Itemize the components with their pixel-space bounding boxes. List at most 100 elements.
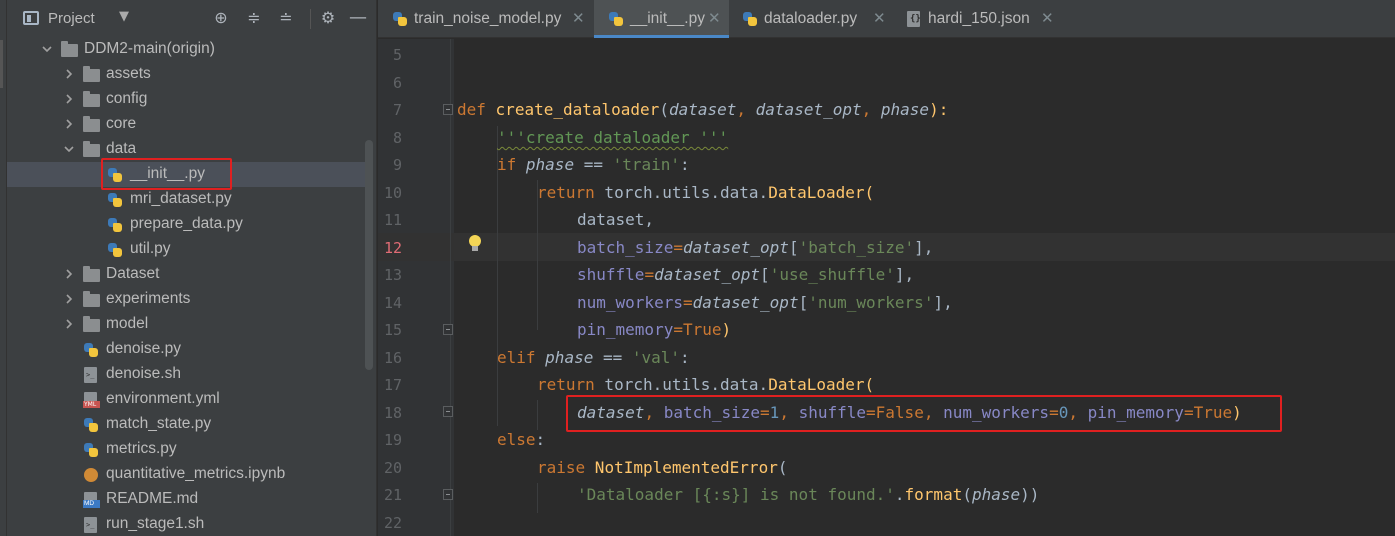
tab-dataloader[interactable]: dataloader.py ✕ xyxy=(730,0,895,38)
chevron-right-icon[interactable] xyxy=(63,290,75,306)
minimize-icon[interactable]: — xyxy=(348,8,368,28)
folder-icon xyxy=(83,141,100,157)
highlight-box-code-line xyxy=(566,395,1282,432)
locate-icon[interactable]: ⊕ xyxy=(211,8,231,28)
code-line-8: '''create dataloader ''' xyxy=(497,128,729,147)
folder-icon xyxy=(83,316,100,332)
tool-window-strip xyxy=(0,0,7,536)
tree-item[interactable]: >_ run_stage1.sh xyxy=(7,512,365,536)
tree-item-label: config xyxy=(106,90,148,107)
tab-label: __init__.py xyxy=(630,10,705,27)
tree-item[interactable]: assets xyxy=(7,62,365,87)
fold-icon[interactable] xyxy=(443,104,453,115)
tree-item[interactable]: DDM2-main(origin) xyxy=(7,37,365,62)
tree-item-label: Dataset xyxy=(106,265,160,282)
line-number: 22 xyxy=(383,513,402,532)
tree-item-label: README.md xyxy=(106,490,199,507)
tree-item-label: denoise.py xyxy=(106,340,181,357)
tree-scrollbar[interactable] xyxy=(365,140,373,370)
chevron-down-icon[interactable] xyxy=(41,40,53,56)
chevron-right-icon[interactable] xyxy=(63,115,75,131)
close-icon[interactable]: ✕ xyxy=(708,9,721,27)
tab-init[interactable]: __init__.py ✕ xyxy=(594,0,729,38)
tree-item[interactable]: mri_dataset.py xyxy=(7,187,365,212)
tab-label: train_noise_model.py xyxy=(414,10,562,27)
line-number: 7 xyxy=(392,101,402,119)
tree-item-label: model xyxy=(106,315,149,332)
tree-item[interactable]: prepare_data.py xyxy=(7,212,365,237)
code-line-12: batch_size=dataset_opt['batch_size'], xyxy=(577,238,934,257)
chevron-right-icon[interactable] xyxy=(63,265,75,281)
chevron-right-icon[interactable] xyxy=(63,90,75,106)
close-icon[interactable]: ✕ xyxy=(572,9,585,27)
code-line-17: return torch.utils.data.DataLoader( xyxy=(537,375,875,394)
fold-icon[interactable] xyxy=(443,324,453,335)
line-number: 6 xyxy=(392,73,402,92)
tree-item[interactable]: util.py xyxy=(7,237,365,262)
collapse-all-icon[interactable]: ≐ xyxy=(276,8,296,28)
header-divider xyxy=(310,9,311,29)
line-number: 10 xyxy=(383,183,402,202)
tree-item-label: metrics.py xyxy=(106,440,177,457)
tree-item[interactable]: quantitative_metrics.ipynb xyxy=(7,462,365,487)
line-number: 17 xyxy=(383,376,402,394)
python-file-icon xyxy=(83,417,101,432)
gear-icon[interactable]: ⚙ xyxy=(318,8,338,28)
project-panel-title[interactable]: Project xyxy=(48,10,95,27)
tree-item-label: prepare_data.py xyxy=(130,215,243,232)
code-line-19: else: xyxy=(497,430,546,449)
tree-item[interactable]: denoise.py xyxy=(7,337,365,362)
python-file-icon xyxy=(107,192,125,207)
line-number: 21 xyxy=(383,486,402,504)
python-file-icon xyxy=(392,11,408,27)
tab-train-noise-model[interactable]: train_noise_model.py ✕ xyxy=(378,0,588,38)
tree-item[interactable]: match_state.py xyxy=(7,412,365,437)
fold-icon[interactable] xyxy=(443,406,453,417)
yaml-file-icon: YML xyxy=(83,392,101,408)
tab-label: dataloader.py xyxy=(764,10,858,27)
line-number: 15 xyxy=(383,321,402,339)
lightbulb-icon[interactable] xyxy=(468,235,482,253)
project-icon xyxy=(23,11,39,25)
tree-item[interactable]: Dataset xyxy=(7,262,365,287)
tree-item-label: experiments xyxy=(106,290,191,307)
shell-file-icon: >_ xyxy=(83,517,101,533)
chevron-down-icon[interactable] xyxy=(63,140,75,156)
highlight-box-init-file xyxy=(101,158,232,190)
notebook-file-icon xyxy=(83,467,101,482)
fold-icon[interactable] xyxy=(443,489,453,500)
line-number: 9 xyxy=(392,156,402,174)
folder-icon xyxy=(83,91,100,107)
tree-item-label: data xyxy=(106,140,137,157)
python-file-icon xyxy=(83,442,101,457)
line-number: 14 xyxy=(383,293,402,312)
python-file-icon xyxy=(107,217,125,232)
tree-item[interactable]: config xyxy=(7,87,365,112)
folder-icon xyxy=(61,41,78,57)
code-line-13: shuffle=dataset_opt['use_shuffle'], xyxy=(577,265,915,284)
tree-item-label: run_stage1.sh xyxy=(106,515,205,532)
tree-item-label: mri_dataset.py xyxy=(130,190,232,207)
strip-marker[interactable] xyxy=(0,60,3,88)
indent-guide xyxy=(537,483,538,513)
line-number: 13 xyxy=(383,266,402,284)
tree-item[interactable]: experiments xyxy=(7,287,365,312)
folder-icon xyxy=(83,291,100,307)
tree-item[interactable]: model xyxy=(7,312,365,337)
tree-item[interactable]: metrics.py xyxy=(7,437,365,462)
tree-item[interactable]: >_ denoise.sh xyxy=(7,362,365,387)
expand-all-icon[interactable]: ≑ xyxy=(244,8,264,28)
tree-item[interactable]: core xyxy=(7,112,365,137)
tree-item[interactable]: MD README.md xyxy=(7,487,365,512)
close-icon[interactable]: ✕ xyxy=(873,9,886,27)
close-icon[interactable]: ✕ xyxy=(1041,9,1054,27)
tree-item-label: core xyxy=(106,115,137,132)
chevron-right-icon[interactable] xyxy=(63,315,75,331)
tab-hardi-json[interactable]: {} hardi_150.json ✕ xyxy=(896,0,1066,38)
tree-item[interactable]: YML environment.yml xyxy=(7,387,365,412)
chevron-down-icon[interactable]: ▼ xyxy=(119,9,129,24)
chevron-right-icon[interactable] xyxy=(63,65,75,81)
code-line-9: if phase == 'train': xyxy=(497,155,690,174)
markdown-file-icon: MD xyxy=(83,492,101,508)
code-line-15: pin_memory=True) xyxy=(577,320,732,339)
